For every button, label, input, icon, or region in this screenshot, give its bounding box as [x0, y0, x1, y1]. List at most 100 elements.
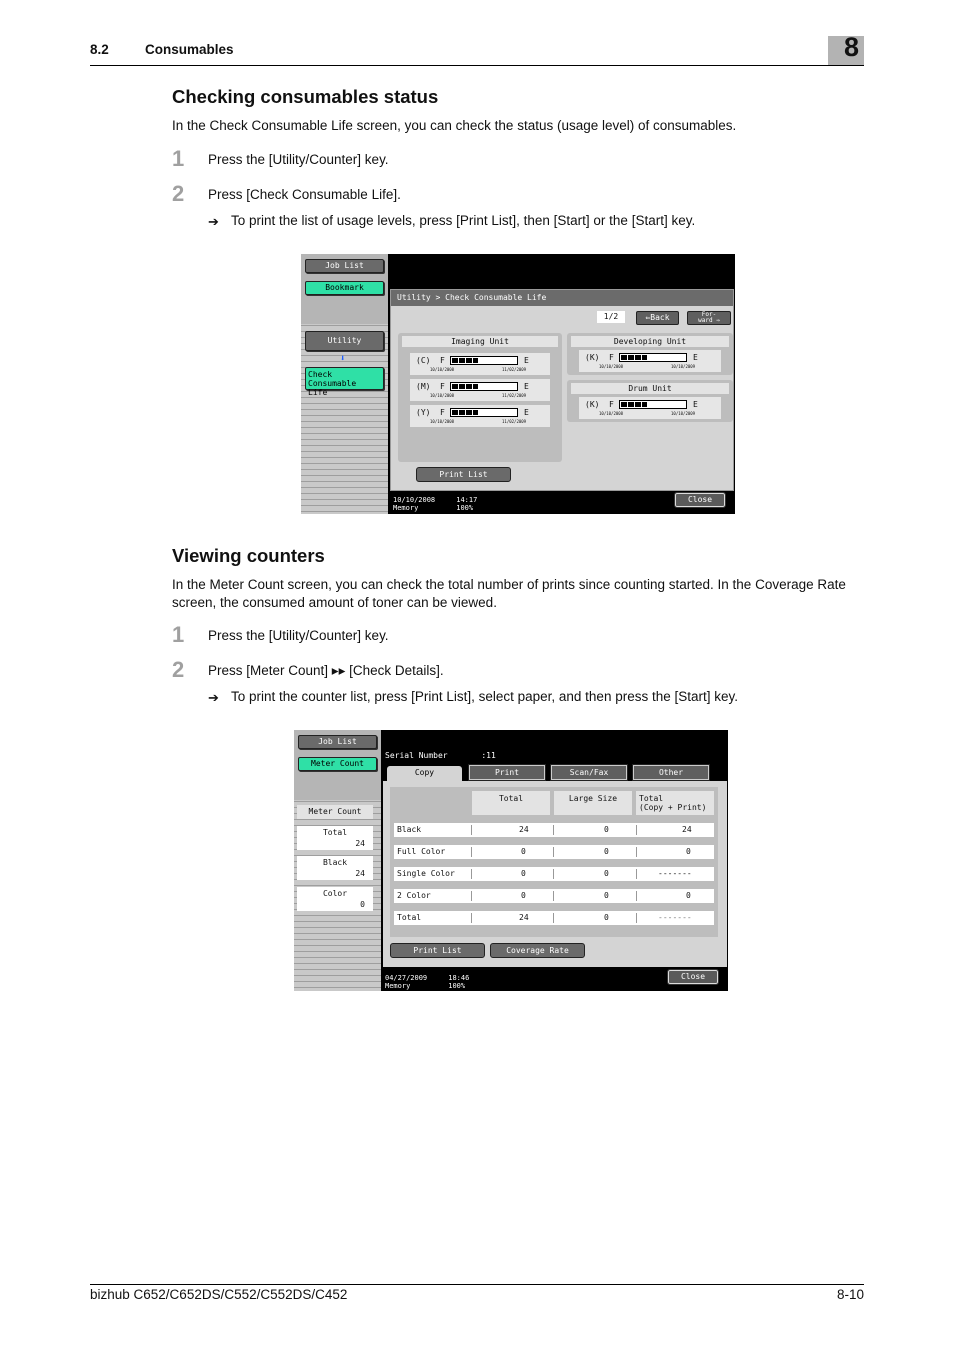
chapter-number: 8 [844, 32, 860, 62]
cell: 24 [682, 825, 692, 834]
end-date: 11/02/2009 [502, 367, 527, 372]
level-bar [450, 382, 518, 391]
table-row: Single Color 0 0 ------- [394, 867, 714, 881]
job-list-button[interactable]: Job List [298, 735, 377, 749]
serial-value: :11 [481, 751, 496, 760]
black-card: Black 24 [297, 856, 373, 880]
header-rule [90, 65, 864, 66]
footer-page-number: 8-10 [836, 1287, 864, 1302]
cell: ------- [658, 913, 692, 922]
level-fill [452, 384, 479, 389]
step-number: 1 [172, 622, 185, 647]
breadcrumb: Utility > Check Consumable Life [391, 290, 733, 306]
footer-model: bizhub C652/C652DS/C552/C552DS/C452 [90, 1287, 348, 1302]
level-bar [450, 356, 518, 365]
meter-magenta: (M) F E 10/10/2008 11/02/2009 [410, 379, 550, 401]
imaging-unit-group: Imaging Unit (C) F E 10/10/2008 11/02/20… [398, 333, 562, 462]
level-fill [621, 402, 648, 407]
column-header: Total (Copy + Print) [636, 791, 714, 815]
status-date: 10/10/2008 [393, 496, 436, 504]
meter-count-button[interactable]: Meter Count [298, 757, 377, 771]
status-time: 14:17 [456, 496, 478, 504]
level-bar [450, 408, 518, 417]
back-button[interactable]: ⇐Back [636, 311, 679, 325]
tab-scan-fax[interactable]: Scan/Fax [550, 764, 628, 781]
section-title: Consumables [145, 42, 234, 57]
meter-drum-k: (K) F E 10/10/2008 10/10/2009 [579, 397, 721, 419]
status-time: 18:46 [448, 974, 470, 982]
arrow-icon: ➔ [208, 214, 219, 229]
meter-label: (K) [585, 353, 600, 362]
cell: ------- [658, 869, 692, 878]
empty-label: E [524, 356, 529, 365]
forward-button[interactable]: For- ward ⇒ [687, 311, 731, 325]
level-fill [621, 355, 648, 360]
developing-unit-title: Developing Unit [571, 336, 729, 347]
level-bar [619, 400, 687, 409]
start-date: 10/10/2008 [599, 411, 624, 416]
level-fill [452, 410, 479, 415]
card-value: 24 [355, 869, 365, 878]
print-list-button[interactable]: Print List [416, 467, 511, 482]
card-value: 24 [355, 839, 365, 848]
close-button[interactable]: Close [667, 969, 719, 985]
heading-viewing-counters: Viewing counters [172, 545, 325, 566]
empty-label: E [524, 408, 529, 417]
step-number: 2 [172, 657, 185, 682]
end-date: 11/02/2009 [502, 393, 527, 398]
developing-unit-group: Developing Unit (K) F E 10/10/2008 10/10… [567, 333, 733, 375]
cell: 0 [521, 891, 526, 900]
color-card: Color 0 [297, 887, 373, 911]
tab-other[interactable]: Other [632, 764, 710, 781]
serial-label: Serial Number [385, 751, 448, 760]
meter-count-screenshot: Job List Meter Count Meter Count Total 2… [294, 730, 728, 991]
full-label: F [609, 400, 614, 409]
step-text: Press the [Utility/Counter] key. [208, 628, 389, 643]
left-panel: Job List Meter Count Meter Count Total 2… [294, 730, 381, 991]
footer-rule [90, 1284, 864, 1285]
print-list-button[interactable]: Print List [390, 943, 485, 958]
tab-copy[interactable]: Copy [387, 766, 462, 781]
drum-unit-group: Drum Unit (K) F E 10/10/2008 10/10/2009 [567, 380, 733, 422]
full-label: F [440, 382, 445, 391]
meter-label: (K) [585, 400, 600, 409]
cell: 0 [604, 913, 609, 922]
close-button[interactable]: Close [674, 492, 726, 508]
cell: 0 [521, 869, 526, 878]
section-number: 8.2 [90, 42, 109, 57]
meter-count-label: Meter Count [297, 805, 373, 819]
status-bar: 04/27/2009 18:46 Memory 100% [385, 974, 469, 990]
full-label: F [440, 356, 445, 365]
coverage-rate-button[interactable]: Coverage Rate [490, 943, 585, 958]
step-number: 1 [172, 146, 185, 171]
meter-yellow: (Y) F E 10/10/2008 11/02/2009 [410, 405, 550, 427]
table-row: Full Color 0 0 0 [394, 845, 714, 859]
serial-number: Serial Number :11 [385, 752, 496, 760]
consumable-life-screenshot: Job List Bookmark Utility ⬇ Check Consum… [301, 254, 735, 514]
empty-label: E [524, 382, 529, 391]
left-panel: Job List Bookmark Utility ⬇ Check Consum… [301, 254, 388, 514]
cell: 0 [686, 847, 691, 856]
level-fill [452, 358, 479, 363]
check-consumable-life-button[interactable]: Check Consumable Life [305, 367, 384, 397]
imaging-unit-title: Imaging Unit [402, 336, 558, 347]
card-value: 0 [360, 900, 365, 909]
job-list-button[interactable]: Job List [305, 259, 384, 273]
row-label: Single Color [397, 869, 455, 878]
end-date: 10/10/2009 [671, 364, 696, 369]
sub-step-text: To print the list of usage levels, press… [231, 213, 696, 228]
full-label: F [440, 408, 445, 417]
card-title: Color [322, 889, 348, 898]
counter-table: Total Large Size Total (Copy + Print) Bl… [390, 787, 718, 937]
utility-button[interactable]: Utility [305, 331, 384, 351]
table-row: Black 24 0 24 [394, 823, 714, 837]
cell: 0 [521, 847, 526, 856]
bookmark-button[interactable]: Bookmark [305, 281, 384, 295]
tab-print[interactable]: Print [468, 764, 546, 781]
total-card: Total 24 [297, 826, 373, 850]
main-panel: Total Large Size Total (Copy + Print) Bl… [383, 781, 727, 967]
memory-label: Memory [385, 982, 411, 990]
column-header: Large Size [554, 791, 632, 815]
meter-cyan: (C) F E 10/10/2008 11/02/2009 [410, 353, 550, 375]
memory-value: 100% [456, 504, 474, 512]
